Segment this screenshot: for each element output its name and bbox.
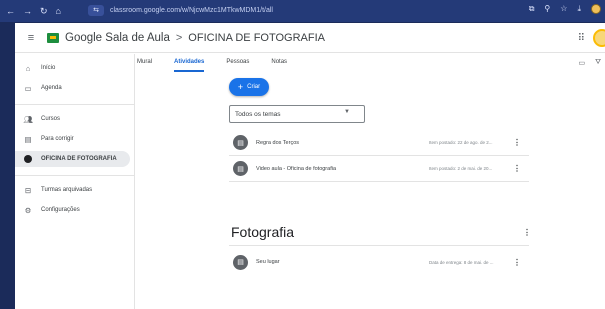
people-icon: 👥︎ [23, 114, 33, 124]
dropdown-arrow-icon: ▼ [344, 109, 350, 115]
url-text[interactable]: classroom.google.com/w/NjcwMzc1MTkwMDM1/… [110, 7, 273, 14]
sidebar-item-cursos[interactable]: ▼ 👥︎ Cursos [15, 111, 130, 127]
sidebar-item-label: Agenda [41, 85, 62, 91]
settings-icon: ⚙ [24, 205, 32, 215]
zoom-icon[interactable]: ⚲ [544, 4, 550, 14]
sidebar-item-oficina[interactable]: OFICINA DE FOTOGRAFIA [15, 151, 130, 167]
download-icon[interactable]: ⤓ [577, 4, 581, 14]
browser-toolbar: ← → ↻ ⌂ ⇆ classroom.google.com/w/NjcwMzc… [0, 0, 605, 22]
more-vert-icon[interactable]: ⋮ [513, 164, 521, 173]
topic-divider [229, 245, 529, 246]
material-icon: ▤ [233, 161, 248, 176]
class-tabs: Mural Atividades Pessoas Notas [137, 54, 287, 72]
sidebar-item-label: Início [41, 65, 56, 71]
breadcrumb-separator: > [175, 31, 183, 44]
material-icon: ▤ [233, 135, 248, 150]
item-title[interactable]: Regra dos Terços [256, 140, 436, 146]
user-avatar[interactable] [593, 29, 605, 47]
tab-mural[interactable]: Mural [137, 54, 152, 72]
calendar-view-icon[interactable]: ▭ [578, 59, 585, 67]
list-item[interactable]: ▤ Regra dos Terços Item postado: 22 de a… [229, 130, 529, 156]
sidebar-divider [15, 104, 134, 105]
tab-notas[interactable]: Notas [271, 54, 287, 72]
calendar-icon: ▭ [24, 83, 32, 93]
todo-icon: ▤ [24, 134, 32, 144]
more-vert-icon[interactable]: ⋮ [513, 258, 521, 267]
more-vert-icon[interactable]: ⋮ [513, 138, 521, 147]
sidebar-item-agenda[interactable]: ▭ Agenda [15, 80, 130, 96]
item-meta: Item postado: 22 de ago. de 2... [429, 140, 493, 145]
site-settings-icon[interactable]: ⇆ [88, 5, 104, 16]
tab-actions: ▭ ⛛ [578, 59, 601, 67]
list-item[interactable]: ▤ Video aula - Oficina de fotografia Ite… [229, 156, 529, 182]
profile-avatar[interactable] [591, 4, 601, 14]
share-icon[interactable]: ⧉ [529, 4, 535, 14]
sidebar-item-turmas-arquivadas[interactable]: ⊟ Turmas arquivadas [15, 182, 130, 198]
sidebar-item-configuracoes[interactable]: ⚙ Configurações [15, 202, 130, 218]
create-label: Criar [247, 84, 261, 90]
tab-pessoas[interactable]: Pessoas [226, 54, 249, 72]
home-icon: ⌂ [25, 63, 31, 73]
sidebar: ⌂ Início ▭ Agenda ▼ 👥︎ Cursos ▤ Para cor… [15, 54, 135, 309]
menu-icon[interactable]: ≡ [19, 32, 43, 44]
sidebar-item-label: OFICINA DE FOTOGRAFIA [41, 156, 117, 162]
reload-icon[interactable]: ↻ [40, 6, 48, 17]
class-dot-icon [24, 155, 32, 163]
drive-folder-icon[interactable]: ⛛ [595, 59, 601, 67]
browser-nav: ← → ↻ ⌂ [0, 6, 88, 17]
browser-actions: ⧉ ⚲ ☆ ⤓ [529, 4, 601, 14]
item-meta: Data de entrega: 8 de mai. de ... [429, 259, 494, 265]
home-browser-icon[interactable]: ⌂ [56, 6, 61, 17]
bookmark-star-icon[interactable]: ☆ [560, 4, 567, 14]
sidebar-item-label: Configurações [41, 207, 80, 213]
app-name[interactable]: Google Sala de Aula [65, 32, 170, 44]
class-title[interactable]: OFICINA DE FOTOGRAFIA [188, 32, 325, 44]
header-actions: ⠿ [578, 29, 605, 47]
item-title[interactable]: Video aula - Oficina de fotografia [256, 166, 436, 172]
classroom-logo-icon [47, 32, 59, 43]
sidebar-item-inicio[interactable]: ⌂ Início [15, 60, 130, 76]
sidebar-item-label: Turmas arquivadas [41, 187, 93, 193]
classroom-page: ≡ Google Sala de Aula > OFICINA DE FOTOG… [15, 23, 605, 309]
topic-filter-value: Todos os temas [235, 110, 281, 118]
assignment-icon: ▤ [233, 254, 248, 270]
topic-title: Fotografia [231, 224, 295, 240]
tab-atividades[interactable]: Atividades [174, 54, 205, 72]
archive-icon: ⊟ [24, 185, 32, 195]
sidebar-item-label: Para corrigir [41, 136, 74, 142]
plus-icon: + [237, 82, 244, 92]
apps-grid-icon[interactable]: ⠿ [578, 33, 585, 44]
forward-icon[interactable]: → [23, 6, 32, 17]
item-title[interactable]: Seu lugar [256, 259, 436, 265]
address-bar[interactable]: ⇆ classroom.google.com/w/NjcwMzc1MTkwMDM… [88, 3, 488, 18]
sidebar-item-para-corrigir[interactable]: ▤ Para corrigir [15, 131, 130, 147]
app-header: ≡ Google Sala de Aula > OFICINA DE FOTOG… [15, 23, 605, 53]
topic-filter-select[interactable]: Todos os temas ▼ [229, 105, 365, 123]
create-button[interactable]: + Criar [229, 78, 269, 96]
sidebar-divider [15, 175, 134, 176]
list-item[interactable]: ▤ Seu lugar Data de entrega: 8 de mai. d… [229, 249, 529, 275]
back-icon[interactable]: ← [6, 6, 15, 17]
item-meta: Item postado: 2 de mai. de 20... [429, 166, 493, 171]
sidebar-item-label: Cursos [41, 116, 61, 122]
topic-more-icon[interactable]: ⋮ [523, 228, 531, 237]
